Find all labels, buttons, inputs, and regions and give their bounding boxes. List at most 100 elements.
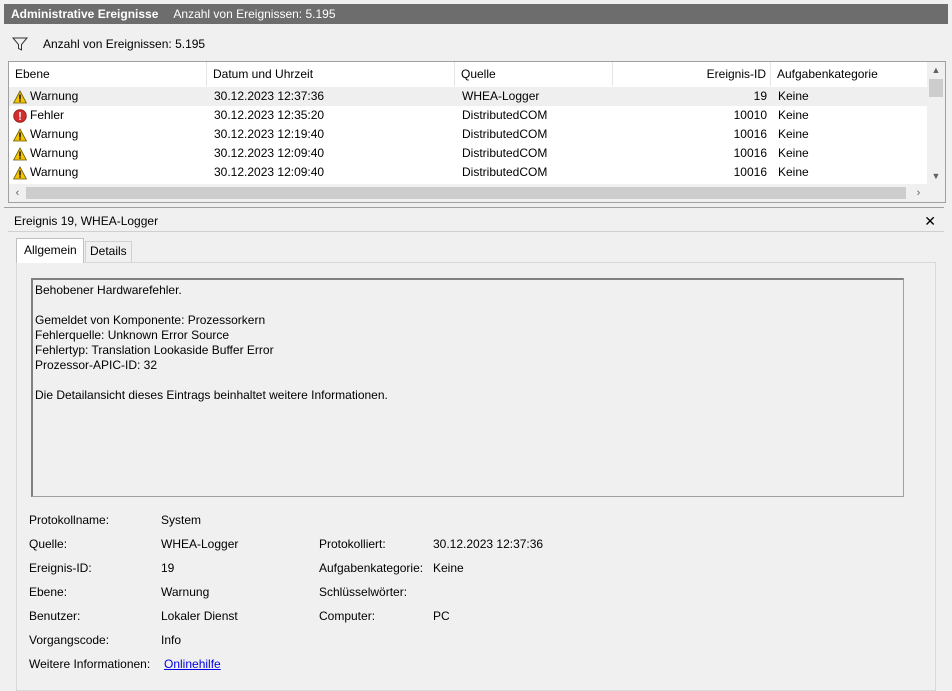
cell-category: Keine [778, 127, 809, 141]
detail-title: Ereignis 19, WHEA-Logger [14, 214, 159, 228]
message-line: Gemeldet von Komponente: Prozessorkern [35, 313, 266, 327]
scroll-left-icon[interactable]: ‹ [9, 184, 26, 202]
label-protokollname: Protokollname: [29, 513, 110, 527]
cell-category: Keine [778, 146, 809, 160]
event-rows: Warnung 30.12.2023 12:37:36 WHEA-Logger 19 K… [9, 87, 927, 183]
label-ebene: Ebene: [29, 585, 68, 599]
message-line [35, 298, 901, 313]
scroll-right-icon[interactable]: › [910, 184, 927, 202]
cell-date: 30.12.2023 12:09:40 [214, 165, 325, 179]
label-ereignis-id: Ereignis-ID: [29, 561, 92, 575]
table-row[interactable]: Warnung 30.12.2023 12:09:40 DistributedCOM… [9, 144, 927, 163]
cell-level: Fehler [13, 106, 64, 125]
warning-icon [13, 89, 30, 104]
tab-allgemein[interactable]: Allgemein [16, 238, 84, 263]
vertical-scroll-thumb[interactable] [929, 79, 943, 97]
event-message-box[interactable]: Behobener Hardwarefehler. Gemeldet von Ko… [31, 278, 904, 497]
cell-level: Warnung [13, 125, 78, 144]
value-protokollname: System [161, 513, 202, 527]
table-row[interactable]: Warnung 30.12.2023 12:09:40 DistributedCOM… [9, 163, 927, 182]
cell-category: Keine [778, 165, 809, 179]
filter-funnel-icon[interactable] [12, 36, 28, 52]
level-text: Fehler [30, 108, 65, 122]
warning-icon [13, 127, 30, 142]
message-line: Behobener Hardwarefehler. [35, 283, 182, 297]
filter-row: Anzahl von Ereignissen: 5.195 [8, 34, 944, 54]
level-text: Warnung [30, 165, 79, 179]
value-aufgabenkategorie: Keine [433, 561, 464, 575]
filter-event-count: Anzahl von Ereignissen: 5.195 [43, 37, 206, 51]
cell-date: 30.12.2023 12:35:20 [214, 108, 325, 122]
view-title: Administrative Ereignisse [11, 7, 159, 21]
table-row[interactable]: Fehler 30.12.2023 12:35:20 DistributedCOM 1… [9, 106, 927, 125]
title-event-count: Anzahl von Ereignissen: 5.195 [173, 7, 336, 21]
cell-source: DistributedCOM [462, 127, 548, 141]
column-header-ereignis-id[interactable]: Ereignis-ID [613, 62, 771, 86]
column-header-quelle[interactable]: Quelle [455, 62, 613, 86]
cell-date: 30.12.2023 12:09:40 [214, 146, 325, 160]
event-list[interactable]: Ebene Datum und Uhrzeit Quelle Ereignis-… [8, 61, 946, 203]
detail-header: Ereignis 19, WHEA-Logger ✕ [8, 210, 944, 232]
label-benutzer: Benutzer: [29, 609, 81, 623]
label-aufgabenkategorie: Aufgabenkategorie: [319, 561, 424, 575]
title-bar: Administrative Ereignisse Anzahl von Ere… [4, 4, 948, 24]
message-line: Fehlerquelle: Unknown Error Source [35, 328, 230, 342]
tab-details[interactable]: Details [85, 241, 132, 262]
cell-event-id: 10016 [733, 165, 767, 179]
label-protokolliert: Protokolliert: [319, 537, 386, 551]
message-line: Prozessor-APIC-ID: 32 [35, 358, 158, 372]
cell-event-id: 19 [753, 89, 767, 103]
scroll-down-icon[interactable]: ▼ [927, 168, 945, 185]
level-text: Warnung [30, 89, 79, 103]
value-computer: PC [433, 609, 450, 623]
warning-icon [13, 146, 30, 161]
cell-event-id: 10016 [733, 146, 767, 160]
level-text: Warnung [30, 127, 79, 141]
cell-event-id: 10016 [733, 127, 767, 141]
close-icon[interactable]: ✕ [924, 210, 936, 232]
cell-level: Warnung [13, 163, 78, 182]
column-header-ebene[interactable]: Ebene [9, 62, 207, 86]
cell-source: WHEA-Logger [462, 89, 540, 103]
message-line [35, 373, 901, 388]
value-ereignis-id: 19 [161, 561, 175, 575]
cell-level: Warnung [13, 144, 78, 163]
cell-category: Keine [778, 108, 809, 122]
value-ebene: Warnung [161, 585, 210, 599]
cell-date: 30.12.2023 12:19:40 [214, 127, 325, 141]
scroll-up-icon[interactable]: ▲ [927, 62, 945, 79]
horizontal-scroll-thumb[interactable] [26, 187, 906, 199]
cell-level: Warnung [13, 87, 78, 106]
error-icon [13, 108, 30, 123]
label-schluesselwoerter: Schlüsselwörter: [319, 585, 408, 599]
vertical-scrollbar[interactable]: ▲ ▼ [927, 62, 945, 185]
panel-title-bar: Administrative Ereignisse Anzahl von Ere… [0, 0, 952, 28]
column-header-datum[interactable]: Datum und Uhrzeit [207, 62, 455, 86]
value-quelle: WHEA-Logger [161, 537, 239, 551]
scrollbar-corner [927, 184, 945, 202]
value-benutzer: Lokaler Dienst [161, 609, 238, 623]
onlinehilfe-link[interactable]: Onlinehilfe [164, 657, 221, 671]
cell-source: DistributedCOM [462, 146, 548, 160]
table-row[interactable]: Warnung 30.12.2023 12:19:40 DistributedCOM… [9, 125, 927, 144]
message-line: Fehlertyp: Translation Lookaside Buffer … [35, 343, 274, 357]
label-quelle: Quelle: [29, 537, 68, 551]
label-vorgangscode: Vorgangscode: [29, 633, 110, 647]
column-header-aufgabenkategorie[interactable]: Aufgabenkategorie [771, 62, 927, 86]
value-protokolliert: 30.12.2023 12:37:36 [433, 537, 544, 551]
horizontal-scrollbar[interactable]: ‹ › [9, 184, 927, 202]
cell-source: DistributedCOM [462, 165, 548, 179]
cell-source: DistributedCOM [462, 108, 548, 122]
table-row[interactable]: Warnung 30.12.2023 12:37:36 WHEA-Logger 19 K… [9, 87, 927, 106]
message-line: Die Detailansicht dieses Eintrags beinha… [35, 388, 388, 402]
detail-tabs: Allgemein Details [16, 238, 936, 263]
warning-icon [13, 165, 30, 180]
cell-category: Keine [778, 89, 809, 103]
label-weitere-informationen: Weitere Informationen: [29, 657, 151, 671]
pane-splitter[interactable] [4, 207, 944, 208]
cell-event-id: 10010 [733, 108, 767, 122]
cell-date: 30.12.2023 12:37:36 [214, 89, 325, 103]
level-text: Warnung [30, 146, 79, 160]
label-computer: Computer: [319, 609, 376, 623]
value-vorgangscode: Info [161, 633, 182, 647]
